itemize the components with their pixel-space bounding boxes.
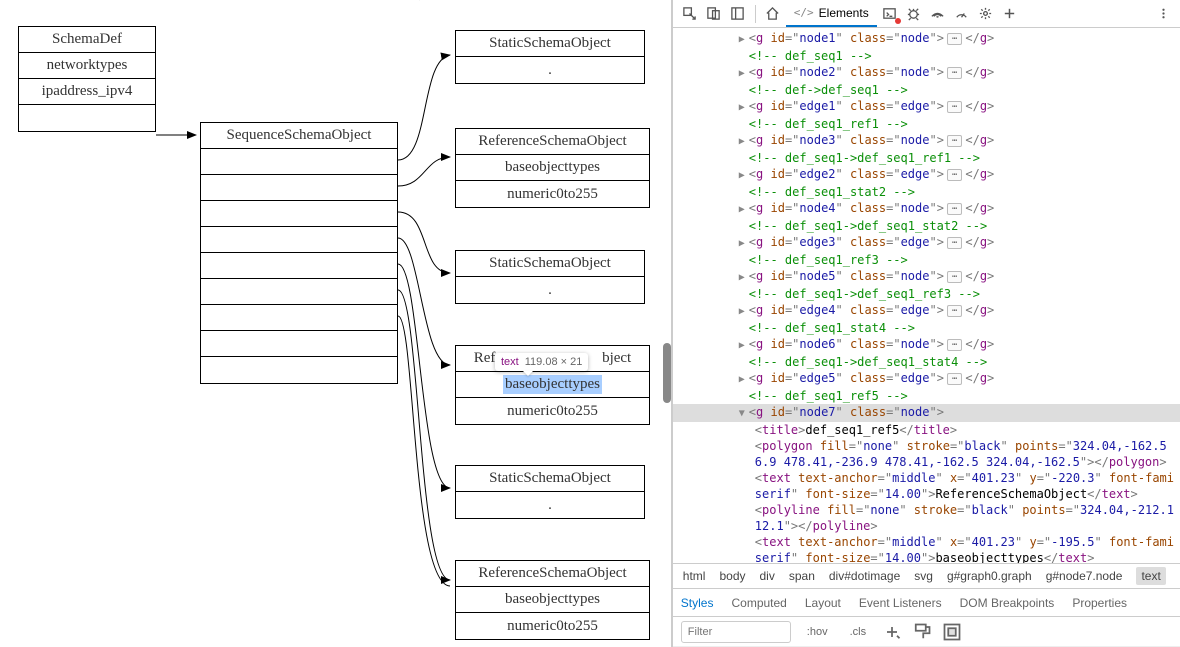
filter-input[interactable] [681,621,791,643]
settings-icon[interactable] [975,3,997,25]
tab-elements[interactable]: </> Elements [786,1,877,27]
styles-toolbar: :hov .cls [673,617,1180,647]
schemadef-empty [19,105,155,131]
network-icon[interactable] [927,3,949,25]
devtools-toolbar: </> Elements [673,0,1180,28]
tooltip-dim: 119.08 × 21 [525,356,583,368]
paint-icon[interactable] [912,622,932,642]
inspect-icon[interactable] [679,3,701,25]
highlighted-text: baseobjecttypes [503,375,602,394]
home-icon[interactable] [762,3,784,25]
breadcrumb-item[interactable]: g#node7.node [1046,569,1123,583]
breadcrumb-item[interactable]: text [1136,567,1165,585]
vertical-scrollbar[interactable] [663,343,671,403]
subtab-layout[interactable]: Layout [805,590,841,616]
devtools-panel: </> Elements ▶<g id="node1" class="node"… [672,0,1180,647]
schemadef-title: SchemaDef [19,27,155,53]
more-icon[interactable] [1152,3,1174,25]
code-icon: </> [794,6,814,19]
breadcrumb[interactable]: html body divspan div#dotimage svg g#graph0.g… [673,563,1180,589]
dom-tree[interactable]: ▶<g id="node1" class="node">⋯</g><!-- de… [673,28,1180,563]
subtab-dom-breakpoints[interactable]: DOM Breakpoints [960,590,1055,616]
tooltip-tag: text [501,356,519,368]
breadcrumb-item[interactable]: div#dotimage [829,569,900,583]
box-static3: StaticSchemaObject . [455,465,645,519]
styles-subtabs: Styles Computed Layout Event Listeners DOM B… [673,589,1180,617]
box-schemadef: SchemaDef networktypes ipaddress_ipv4 [18,26,156,132]
box-static1: StaticSchemaObject . [455,30,645,84]
dock-icon[interactable] [727,3,749,25]
subtab-event-listeners[interactable]: Event Listeners [859,590,942,616]
computed-icon[interactable] [942,622,962,642]
breadcrumb-item[interactable]: svg [914,569,933,583]
box-sequence: SequenceSchemaObject [200,122,398,384]
add-rule-icon[interactable] [882,622,902,642]
breadcrumb-item[interactable]: html [683,569,706,583]
schemadef-row1: networktypes [19,53,155,79]
box-static2: StaticSchemaObject . [455,250,645,304]
performance-icon[interactable] [951,3,973,25]
subtab-styles[interactable]: Styles [681,590,714,616]
device-icon[interactable] [703,3,725,25]
breadcrumb-item[interactable]: span [789,569,815,583]
console-icon[interactable] [879,3,901,25]
cls-toggle[interactable]: .cls [844,623,873,641]
subtab-computed[interactable]: Computed [731,590,786,616]
bug-icon[interactable] [903,3,925,25]
breadcrumb-item[interactable]: div [760,569,775,583]
hov-toggle[interactable]: :hov [801,623,834,641]
add-tab-icon[interactable] [999,3,1021,25]
content-canvas[interactable]: SchemaDef networktypes ipaddress_ipv4 Se… [0,0,672,647]
breadcrumb-item[interactable]: body [719,569,745,583]
box-reference1: ReferenceSchemaObject baseobjecttypes nu… [455,128,650,208]
schemadef-row2: ipaddress_ipv4 [19,79,155,105]
inspect-tooltip: text 119.08 × 21 [495,353,588,371]
breadcrumb-item[interactable]: g#graph0.graph [947,569,1032,583]
sequence-title: SequenceSchemaObject [201,123,397,149]
subtab-properties[interactable]: Properties [1072,590,1127,616]
box-reference3: ReferenceSchemaObject baseobjecttypes nu… [455,560,650,640]
